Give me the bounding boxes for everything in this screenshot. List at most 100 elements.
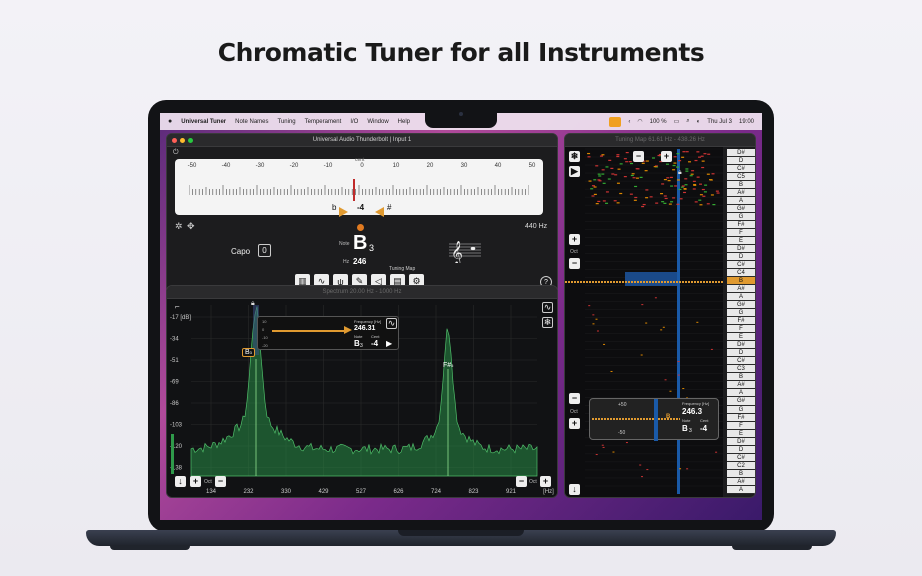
play-icon[interactable]: ▶ [569,166,580,177]
map-note-mark [696,151,700,153]
menu-app[interactable]: Universal Tuner [181,119,226,125]
map-note-mark [645,160,649,162]
download-icon[interactable]: ↓ [175,476,186,487]
wifi-icon[interactable]: ◠ [637,118,642,125]
snowflake-icon[interactable]: ❄ [542,317,553,328]
octave-plus-button-2[interactable]: + [569,418,580,429]
map-note-mark [661,183,665,185]
octave-label: Oct [570,249,578,255]
map-note-mark [613,200,617,202]
apple-menu-icon[interactable]: ● [168,118,172,125]
tuner-title: Universal Audio Thunderbolt | Input 1 [312,137,412,143]
power-icon[interactable]: ⏻ [173,149,179,157]
db-label: -103 [170,423,183,429]
map-note-mark [593,186,597,188]
map-note-mark [701,188,705,191]
pin-icon[interactable]: ✲ [175,221,183,232]
db-label: -86 [170,401,179,407]
control-center-icon[interactable]: ◐ [697,119,701,125]
menu-temperament[interactable]: Temperament [305,119,342,125]
map-note-mark [625,161,629,163]
map-note-mark [682,388,685,390]
octave-plus-button-right[interactable]: + [540,476,551,487]
close-button[interactable] [172,138,177,143]
map-note-mark [632,177,636,179]
map-note-mark [678,160,682,162]
map-note-mark [685,151,689,153]
readout-arrow [344,326,352,334]
octave-plus-button[interactable]: + [569,234,580,245]
map-note-mark [607,178,611,180]
octave-minus-button-2[interactable]: − [569,393,580,404]
octave-minus-button[interactable]: − [215,476,226,487]
menu-tuning[interactable]: Tuning [278,119,296,125]
note-label: Note [339,241,350,247]
lock-icon[interactable]: 🔒︎ [678,169,682,177]
map-note-mark [596,330,599,332]
map-note-mark [616,182,620,184]
map-note-mark [625,151,629,154]
map-note-mark [623,158,627,160]
octave-minus-button[interactable]: − [569,258,580,269]
move-icon[interactable]: ✥ [187,221,195,232]
note-row-label: G# [727,205,755,214]
menu-window[interactable]: Window [367,119,388,125]
search-icon[interactable]: ⌕ [686,118,689,125]
note-row-label: C5 [727,173,755,182]
chevron-left-icon[interactable]: ‹ [628,119,630,125]
db-label: -34 [170,337,179,343]
map-note-mark [591,195,595,197]
map-note-mark [710,194,714,196]
peak-marker-fsharp5-oct: 5 [451,363,454,368]
minimize-button[interactable] [180,138,185,143]
readout-waveform-icon[interactable]: ∿ [386,318,397,329]
menu-help[interactable]: Help [398,119,410,125]
cent-meter: -50 -40 -30 -20 -10 0 10 20 30 40 50 cen… [175,157,543,217]
menu-note-names[interactable]: Note Names [235,119,268,125]
map-note-mark [672,169,676,171]
snowflake-icon[interactable]: ❄ [569,151,580,162]
map-note-mark [645,189,649,191]
note-row-label: A [727,485,755,494]
map-note-mark [616,202,620,204]
hz-label: Hz [343,259,350,265]
zoom-button[interactable] [188,138,193,143]
lock-icon[interactable]: 🔒︎ [251,300,255,308]
map-note-mark [595,454,598,456]
map-note-mark [611,173,615,175]
scale-label: 0 [360,163,364,169]
octave-minus-button-right[interactable]: − [516,476,527,487]
note-row-label: A# [727,381,755,390]
map-note-mark [701,160,705,162]
scale-label: -50 [187,163,197,169]
octave-plus-button[interactable]: + [190,476,201,487]
map-note-mark [605,202,609,204]
freq-label: 527 [356,489,367,495]
treble-clef-icon: 𝄞 [449,242,481,263]
laptop-foot-right [732,545,812,550]
capo-value-field[interactable]: 0 [258,244,271,257]
note-row-label: F# [727,221,755,230]
readout-note-oct: 3 [360,343,363,349]
map-note-mark [610,167,614,169]
zoom-plus-button[interactable]: + [661,151,672,162]
cent-value: -4 [357,203,365,212]
readout-play-icon[interactable]: ▶ [386,339,392,348]
capo-label: Capo [231,247,251,256]
envelope-icon[interactable]: ⌐ [175,302,180,311]
readout-scale-label: 10 [262,319,267,324]
menu-io[interactable]: I/O [350,119,358,125]
microphone-status-icon[interactable] [609,116,622,127]
map-note-mark [645,322,648,324]
map-note-mark [614,174,618,176]
cent-scale-ticks [189,185,529,195]
map-note-mark [595,203,599,205]
zoom-minus-button[interactable]: − [633,151,644,162]
map-note-mark [670,185,674,187]
download-icon[interactable]: ↓ [569,484,580,495]
waveform-toggle-icon[interactable]: ∿ [542,302,553,313]
map-note-mark [676,203,680,205]
reference-pitch[interactable]: 440 Hz [525,223,547,230]
map-note-mark [698,156,702,158]
battery-icon[interactable]: ▭ [674,118,680,125]
